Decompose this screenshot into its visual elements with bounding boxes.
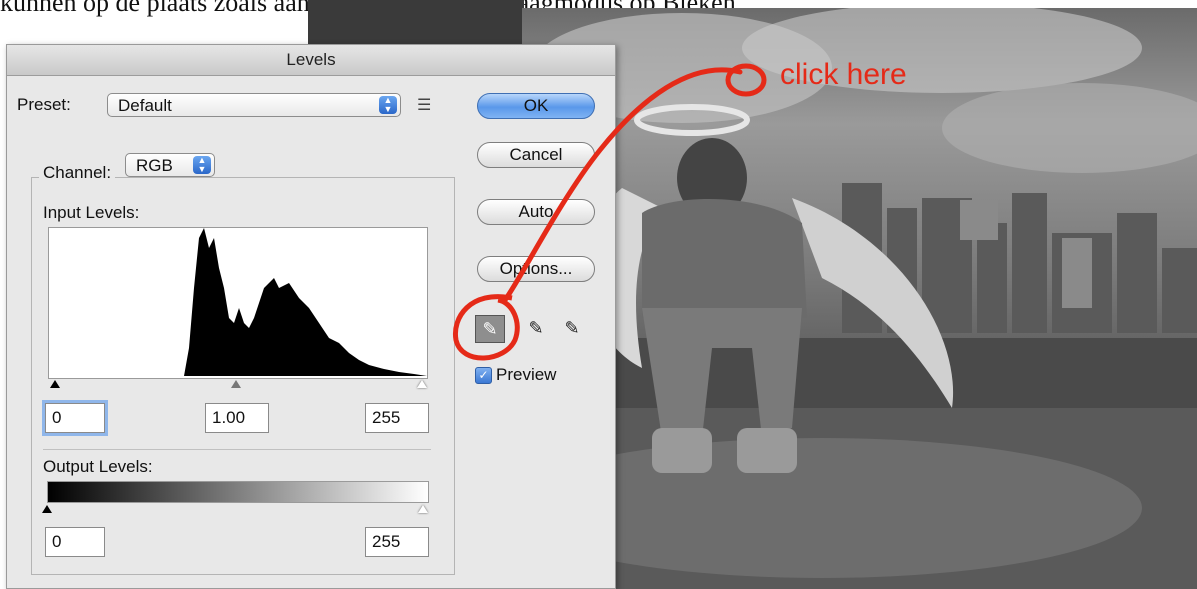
preset-value: Default: [118, 96, 172, 115]
chevron-updown-icon: ▲ ▼: [193, 156, 211, 174]
ok-button[interactable]: OK: [477, 93, 595, 119]
preset-label: Preset:: [17, 95, 71, 114]
check-icon: ✓: [478, 368, 489, 382]
input-levels-label: Input Levels:: [43, 203, 140, 222]
histogram: [48, 227, 428, 379]
output-white-field[interactable]: 255: [365, 527, 429, 557]
channel-value: RGB: [136, 156, 173, 175]
cancel-button[interactable]: Cancel: [477, 142, 595, 168]
preview-label: Preview: [496, 365, 557, 384]
white-eyedropper-icon[interactable]: ✎: [557, 315, 587, 343]
output-black-field[interactable]: 0: [45, 527, 105, 557]
output-white-slider[interactable]: [418, 505, 428, 513]
output-gradient: [47, 481, 429, 503]
dialog-title: Levels: [7, 45, 615, 76]
auto-button[interactable]: Auto: [477, 199, 595, 225]
preset-select[interactable]: Default ▲ ▼: [107, 93, 401, 117]
preview-checkbox[interactable]: ✓: [475, 367, 492, 384]
options-button[interactable]: Options...: [477, 256, 595, 282]
input-white-slider[interactable]: [417, 380, 427, 388]
background-strip: [308, 0, 524, 44]
input-gamma-field[interactable]: 1.00: [205, 403, 269, 433]
click-here-annotation: click here: [780, 58, 907, 91]
chevron-updown-icon: ▲ ▼: [379, 96, 397, 114]
input-black-field[interactable]: 0: [45, 403, 105, 433]
output-black-slider[interactable]: [42, 505, 52, 513]
gray-eyedropper-icon[interactable]: ✎: [521, 315, 551, 343]
output-levels-label: Output Levels:: [43, 457, 153, 476]
levels-dialog: Levels Preset: Default ▲ ▼ ☰ OK Cancel Au…: [6, 44, 616, 589]
channel-label: Channel:: [39, 163, 116, 183]
input-white-field[interactable]: 255: [365, 403, 429, 433]
input-black-slider[interactable]: [50, 380, 60, 388]
preset-menu-icon[interactable]: ☰: [417, 95, 431, 115]
divider: [43, 449, 431, 450]
angel-photo: [522, 8, 1197, 589]
black-eyedropper-icon[interactable]: ✎: [475, 315, 505, 343]
channel-select[interactable]: RGB ▲ ▼: [125, 153, 215, 177]
input-gamma-slider[interactable]: [231, 380, 241, 388]
